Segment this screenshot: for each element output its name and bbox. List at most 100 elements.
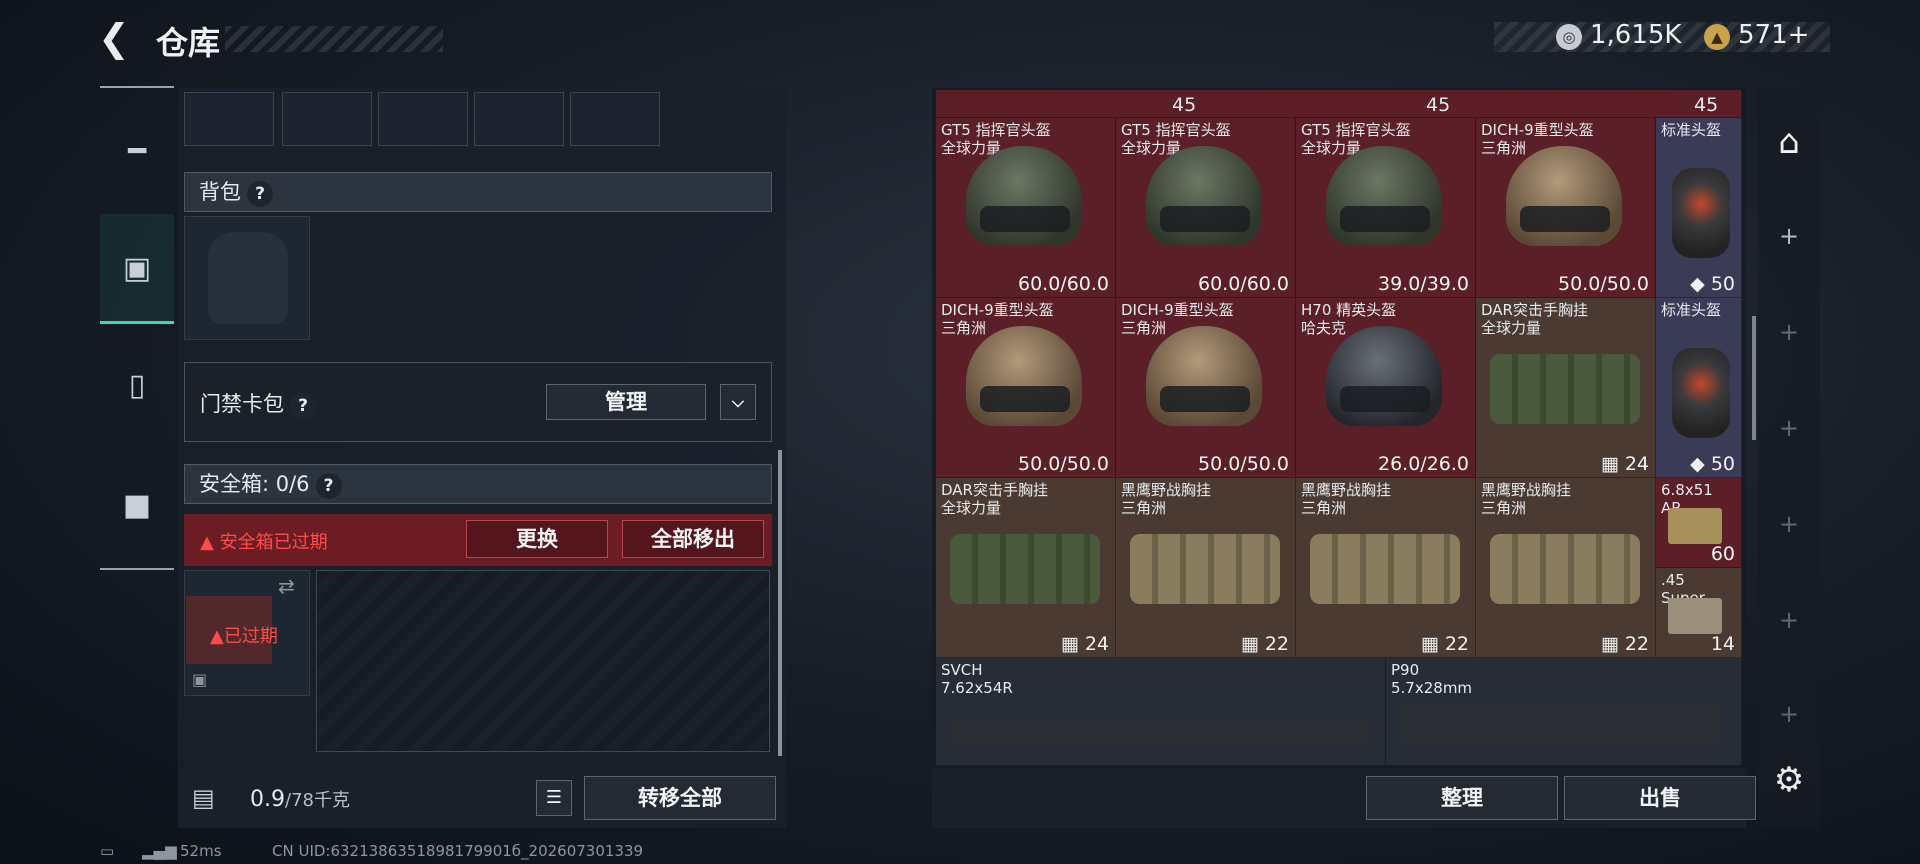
list-icon[interactable]: ☰ [536,780,572,816]
warning-icon: ▲ [200,532,220,553]
item-cell[interactable]: 黑鹰野战胸挂 三角洲 ▦ 22 [1116,478,1296,658]
item-name: 标准头盔 [1661,301,1722,319]
silver-coin-icon: ◎ [1556,24,1582,50]
sort-button[interactable]: 整理 [1366,776,1558,820]
item-count: 14 [1710,633,1735,655]
item-cell[interactable]: 标准头盔 ◆ 50 [1656,118,1742,298]
helmet-image [966,146,1082,246]
item-cell[interactable]: GT5 指挥官头盔 全球力量 39.0/39.0 [1296,118,1476,298]
safebox-header: 安全箱: 0/6? [184,464,772,504]
item-cell[interactable]: DAR突击手胸挂 全球力量 ▦ 24 [936,478,1116,658]
item-cell[interactable]: H70 精英头盔 哈夫克 26.0/26.0 [1296,298,1476,478]
item-cell[interactable]: .45 Super 14 [1656,568,1742,658]
gear-slot[interactable] [474,92,564,146]
stash-grid: 45 45 45 GT5 指挥官头盔 全球力量 60.0/60.0 GT5 指挥… [936,90,1742,766]
keycard-label: 门禁卡包 [200,392,284,416]
item-cell[interactable]: DICH-9重型头盔 三角洲 50.0/50.0 [1476,118,1656,298]
weapon-tab[interactable]: ━ [100,114,174,190]
item-cell[interactable]: 黑鹰野战胸挂 三角洲 ▦ 22 [1296,478,1476,658]
item-cell[interactable]: DAR突击手胸挂 全球力量 ▦ 24 [1476,298,1656,478]
swap-icon[interactable]: ⇄ [278,574,295,598]
gear-slot[interactable] [184,92,274,146]
item-durability: 50.0/50.0 [1557,273,1649,295]
item-cell[interactable]: 6.8x51 AP 60 [1656,478,1742,568]
back-icon[interactable]: ❮ [98,18,138,58]
item-cell[interactable]: 黑鹰野战胸挂 三角洲 ▦ 22 [1476,478,1656,658]
add-page-icon[interactable]: + [1758,414,1820,442]
briefcase-tab[interactable]: ■ [100,468,174,544]
weight-readout: 0.9/78千克 [250,786,350,812]
item-cell[interactable]: SVCH 7.62x54R [936,658,1386,766]
capacity-value: 24 [1084,633,1109,655]
help-icon[interactable]: ? [247,181,273,207]
left-scrollbar[interactable] [778,450,782,756]
item-capacity: ▦ 24 [1601,453,1649,475]
item-cell[interactable]: DICH-9重型头盔 三角洲 50.0/50.0 [1116,298,1296,478]
item-durability: 60.0/60.0 [1197,273,1289,295]
weight-max: /78千克 [285,790,350,811]
gear-slot[interactable] [282,92,372,146]
item-count: 60 [1710,543,1735,565]
warning-text: 安全箱已过期 [219,532,328,553]
briefcase-icon: ■ [122,488,152,523]
move-all-out-button[interactable]: 全部移出 [622,520,764,558]
chest-rig-image [1490,534,1640,604]
transfer-all-button[interactable]: 转移全部 [584,776,776,820]
weight-icon: ▤ [192,784,215,812]
item-name: SVCH 7.62x54R [941,661,1013,697]
right-scrollbar[interactable] [1752,316,1756,440]
add-page-icon[interactable]: + [1758,606,1820,634]
backpack-label: 背包 [199,180,241,204]
help-icon[interactable]: ? [315,473,342,499]
item-capacity: ▦ 22 [1421,633,1469,655]
capacity-value: 22 [1624,633,1649,655]
sell-button[interactable]: 出售 [1564,776,1756,820]
signal-icon: ▂▄▆ [142,842,177,860]
item-name: P90 5.7x28mm [1391,661,1473,697]
item-capacity: ▦ 22 [1601,633,1649,655]
item-cell[interactable]: P90 5.7x28mm [1386,658,1742,766]
helmet-image [1146,146,1262,246]
add-page-icon[interactable]: + [1758,510,1820,538]
item-name: 黑鹰野战胸挂 三角洲 [1481,481,1572,517]
weight-value: 0.9 [250,787,285,812]
manage-button[interactable]: 管理 [546,384,706,420]
item-cell[interactable]: 标准头盔 ◆ 50 [1656,298,1742,478]
add-page-icon[interactable]: + [1758,318,1820,346]
armor-value: 50 [1710,453,1735,475]
armor-value: 50 [1710,273,1735,295]
equipment-tab[interactable]: ▣ [100,214,174,324]
add-page-icon[interactable]: + [1758,222,1820,250]
item-durability: 60.0/60.0 [1017,273,1109,295]
prev-count: 45 [1172,94,1197,116]
item-durability: 50.0/50.0 [1197,453,1289,475]
gear-slot[interactable] [378,92,468,146]
ammo-box-image [1668,598,1722,634]
add-page-icon[interactable]: + [1758,700,1820,728]
slots-icon: ▦ [1240,633,1265,655]
gear-icon[interactable]: ⚙ [1758,760,1820,800]
item-cell[interactable]: GT5 指挥官头盔 全球力量 60.0/60.0 [1116,118,1296,298]
chevron-down-icon[interactable]: ⌵ [720,384,756,420]
clipboard-tab[interactable]: ▯ [100,348,174,424]
page-title: 仓库 [156,24,221,62]
item-capacity: ▦ 24 [1061,633,1109,655]
gear-slot[interactable] [570,92,660,146]
help-icon[interactable]: ? [290,393,316,419]
expired-badge: ▲已过期 [210,622,278,648]
item-durability: 26.0/26.0 [1377,453,1469,475]
item-name: 标准头盔 [1661,121,1722,139]
item-cell[interactable]: GT5 指挥官头盔 全球力量 60.0/60.0 [936,118,1116,298]
gold-currency-value[interactable]: 571+ [1738,20,1809,50]
replace-button[interactable]: 更换 [466,520,608,558]
slots-icon: ▦ [1060,633,1085,655]
backpack-placeholder-icon [208,232,288,324]
chest-rig-image [1310,534,1460,604]
keycard-header: 门禁卡包? [200,388,316,419]
prev-count: 45 [1694,94,1719,116]
item-cell[interactable]: DICH-9重型头盔 三角洲 50.0/50.0 [936,298,1116,478]
stash-home-icon[interactable]: ⌂ [1758,122,1820,162]
item-name: DAR突击手胸挂 全球力量 [941,481,1048,517]
capacity-value: 24 [1624,453,1649,475]
expired-warning: ▲ 安全箱已过期 [200,528,328,554]
